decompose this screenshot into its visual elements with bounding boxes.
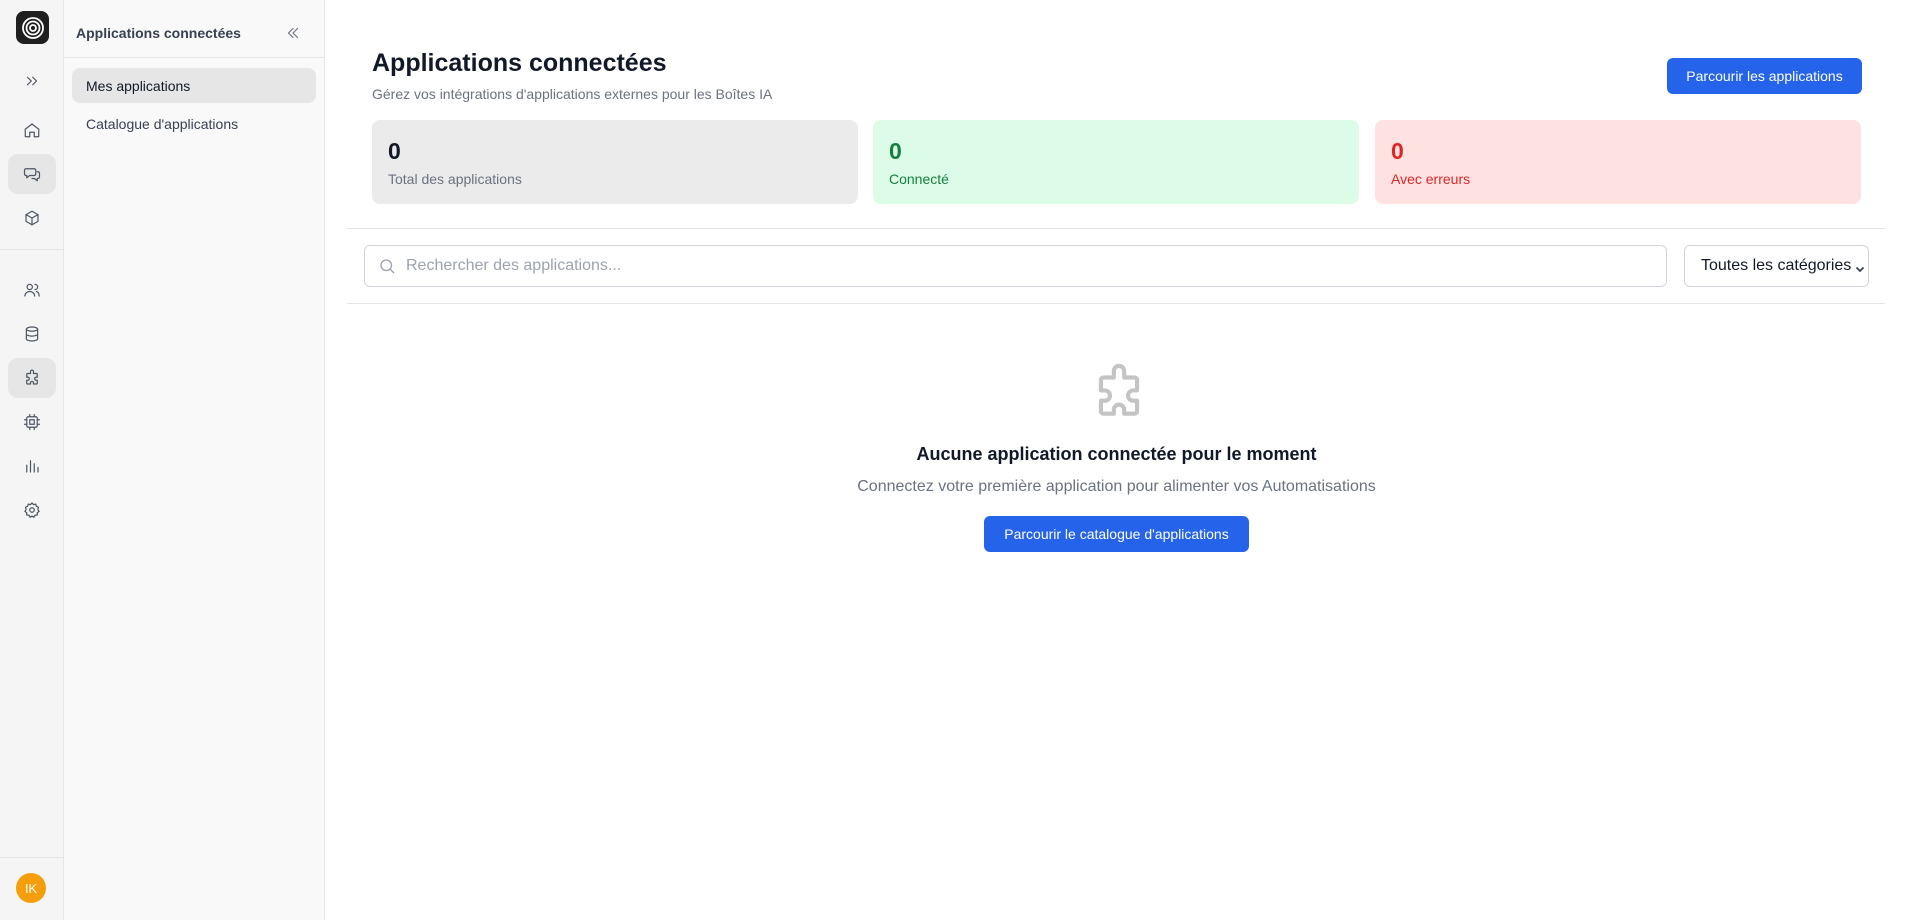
chat-icon[interactable]	[8, 154, 56, 194]
sidebar-header: Applications connectées	[64, 0, 324, 58]
home-icon[interactable]	[8, 110, 56, 150]
stat-total-value: 0	[388, 138, 401, 164]
stat-total-label: Total des applications	[388, 171, 522, 187]
puzzle-icon	[1088, 362, 1150, 424]
stat-card-connected: 0 Connecté	[873, 120, 1359, 204]
search-icon	[380, 259, 395, 274]
avatar[interactable]: IK	[16, 873, 46, 903]
chevron-down-icon	[1855, 261, 1865, 273]
search-box[interactable]	[364, 245, 1667, 287]
stat-connected-value: 0	[889, 138, 902, 164]
chip-icon[interactable]	[8, 402, 56, 442]
stat-card-total: 0 Total des applications	[372, 120, 858, 204]
cube-icon[interactable]	[8, 198, 56, 238]
users-icon[interactable]	[8, 270, 56, 310]
search-input[interactable]	[406, 257, 1646, 275]
bar-chart-icon[interactable]	[8, 446, 56, 486]
page-subtitle: Gérez vos intégrations d'applications ex…	[372, 86, 773, 102]
collapse-sidebar-icon[interactable]	[284, 24, 302, 42]
database-icon[interactable]	[8, 314, 56, 354]
empty-state-subtitle: Connectez votre première application pou…	[857, 478, 1376, 495]
divider	[347, 303, 1885, 304]
rail-divider	[0, 857, 64, 858]
stat-errors-value: 0	[1391, 138, 1404, 164]
stat-errors-label: Avec erreurs	[1391, 171, 1471, 187]
puzzle-icon[interactable]	[8, 358, 56, 398]
page-title: Applications connectées	[372, 49, 667, 77]
sidebar-item-mes-applications[interactable]: Mes applications	[72, 68, 316, 103]
category-select[interactable]: Toutes les catégories	[1684, 245, 1869, 287]
stat-card-errors: 0 Avec erreurs	[1375, 120, 1861, 204]
gear-icon[interactable]	[8, 490, 56, 530]
expand-icon[interactable]	[8, 61, 56, 101]
sidebar-title: Applications connectées	[76, 25, 241, 41]
empty-state-title: Aucune application connectée pour le mom…	[916, 444, 1317, 464]
sidebar-item-catalogue[interactable]: Catalogue d'applications	[72, 106, 316, 141]
category-select-value: Toutes les catégories	[1701, 257, 1852, 274]
stat-connected-label: Connecté	[889, 171, 949, 187]
main-content: Applications connectées Gérez vos intégr…	[325, 0, 1908, 920]
secondary-sidebar: Applications connectées Mes applications…	[64, 0, 325, 920]
logo-icon[interactable]	[16, 11, 49, 44]
divider	[347, 228, 1885, 229]
icon-rail: IK	[0, 0, 64, 920]
rail-divider	[0, 249, 64, 250]
browse-apps-button[interactable]: Parcourir les applications	[1667, 58, 1862, 94]
browse-catalog-button[interactable]: Parcourir le catalogue d'applications	[984, 516, 1249, 552]
